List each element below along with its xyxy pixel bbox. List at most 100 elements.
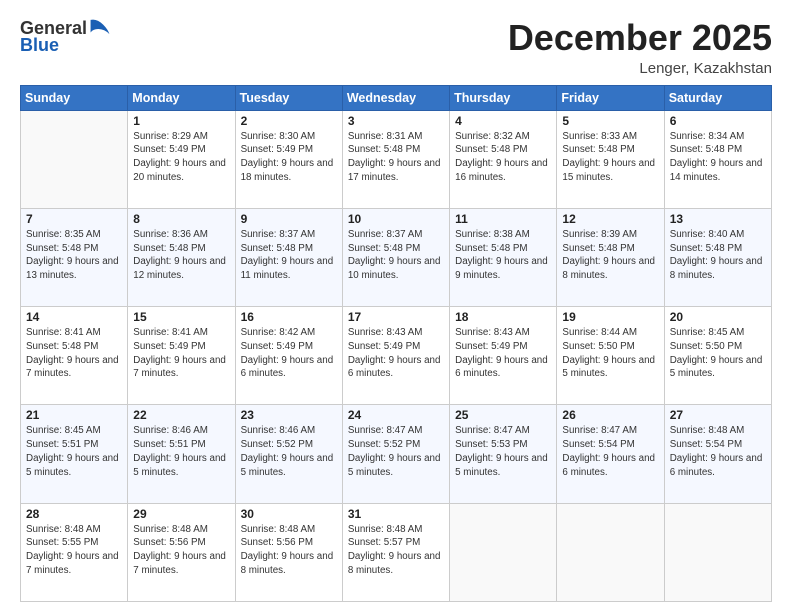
sunset-text: Sunset: 5:48 PM — [26, 243, 98, 254]
daylight-text: Daylight: 9 hours and 13 minutes. — [26, 256, 119, 281]
sunset-text: Sunset: 5:56 PM — [241, 537, 313, 548]
day-info: Sunrise: 8:47 AM Sunset: 5:54 PM Dayligh… — [562, 424, 658, 479]
daylight-text: Daylight: 9 hours and 15 minutes. — [562, 158, 655, 183]
calendar-cell: 12 Sunrise: 8:39 AM Sunset: 5:48 PM Dayl… — [557, 208, 664, 306]
sunrise-text: Sunrise: 8:47 AM — [348, 425, 423, 436]
day-number: 7 — [26, 212, 122, 226]
day-number: 4 — [455, 114, 551, 128]
logo-blue-text: Blue — [20, 36, 59, 56]
day-number: 20 — [670, 310, 766, 324]
day-number: 21 — [26, 408, 122, 422]
calendar-cell: 7 Sunrise: 8:35 AM Sunset: 5:48 PM Dayli… — [21, 208, 128, 306]
sunrise-text: Sunrise: 8:40 AM — [670, 229, 745, 240]
calendar-cell: 18 Sunrise: 8:43 AM Sunset: 5:49 PM Dayl… — [450, 307, 557, 405]
day-info: Sunrise: 8:34 AM Sunset: 5:48 PM Dayligh… — [670, 130, 766, 185]
calendar-cell: 25 Sunrise: 8:47 AM Sunset: 5:53 PM Dayl… — [450, 405, 557, 503]
sunset-text: Sunset: 5:48 PM — [26, 341, 98, 352]
day-info: Sunrise: 8:43 AM Sunset: 5:49 PM Dayligh… — [455, 326, 551, 381]
sunset-text: Sunset: 5:48 PM — [455, 243, 527, 254]
day-info: Sunrise: 8:48 AM Sunset: 5:55 PM Dayligh… — [26, 523, 122, 578]
day-info: Sunrise: 8:48 AM Sunset: 5:56 PM Dayligh… — [241, 523, 337, 578]
day-info: Sunrise: 8:40 AM Sunset: 5:48 PM Dayligh… — [670, 228, 766, 283]
sunrise-text: Sunrise: 8:48 AM — [670, 425, 745, 436]
calendar-cell — [664, 503, 771, 601]
daylight-text: Daylight: 9 hours and 6 minutes. — [562, 453, 655, 478]
sunrise-text: Sunrise: 8:36 AM — [133, 229, 208, 240]
daylight-text: Daylight: 9 hours and 6 minutes. — [348, 355, 441, 380]
calendar-cell: 23 Sunrise: 8:46 AM Sunset: 5:52 PM Dayl… — [235, 405, 342, 503]
calendar-cell: 20 Sunrise: 8:45 AM Sunset: 5:50 PM Dayl… — [664, 307, 771, 405]
calendar-cell: 29 Sunrise: 8:48 AM Sunset: 5:56 PM Dayl… — [128, 503, 235, 601]
day-info: Sunrise: 8:48 AM Sunset: 5:56 PM Dayligh… — [133, 523, 229, 578]
sunrise-text: Sunrise: 8:42 AM — [241, 327, 316, 338]
sunset-text: Sunset: 5:51 PM — [26, 439, 98, 450]
calendar-cell: 21 Sunrise: 8:45 AM Sunset: 5:51 PM Dayl… — [21, 405, 128, 503]
sunrise-text: Sunrise: 8:41 AM — [133, 327, 208, 338]
sunset-text: Sunset: 5:49 PM — [241, 144, 313, 155]
day-number: 15 — [133, 310, 229, 324]
daylight-text: Daylight: 9 hours and 8 minutes. — [562, 256, 655, 281]
sunrise-text: Sunrise: 8:45 AM — [670, 327, 745, 338]
sunset-text: Sunset: 5:55 PM — [26, 537, 98, 548]
daylight-text: Daylight: 9 hours and 5 minutes. — [562, 355, 655, 380]
day-info: Sunrise: 8:29 AM Sunset: 5:49 PM Dayligh… — [133, 130, 229, 185]
sunset-text: Sunset: 5:48 PM — [562, 243, 634, 254]
daylight-text: Daylight: 9 hours and 6 minutes. — [670, 453, 763, 478]
day-info: Sunrise: 8:33 AM Sunset: 5:48 PM Dayligh… — [562, 130, 658, 185]
day-info: Sunrise: 8:35 AM Sunset: 5:48 PM Dayligh… — [26, 228, 122, 283]
day-number: 25 — [455, 408, 551, 422]
calendar-cell: 30 Sunrise: 8:48 AM Sunset: 5:56 PM Dayl… — [235, 503, 342, 601]
calendar-cell: 22 Sunrise: 8:46 AM Sunset: 5:51 PM Dayl… — [128, 405, 235, 503]
daylight-text: Daylight: 9 hours and 7 minutes. — [133, 551, 226, 576]
sunset-text: Sunset: 5:52 PM — [348, 439, 420, 450]
calendar-cell: 4 Sunrise: 8:32 AM Sunset: 5:48 PM Dayli… — [450, 110, 557, 208]
sunset-text: Sunset: 5:51 PM — [133, 439, 205, 450]
sunrise-text: Sunrise: 8:47 AM — [562, 425, 637, 436]
sunset-text: Sunset: 5:53 PM — [455, 439, 527, 450]
calendar-cell: 26 Sunrise: 8:47 AM Sunset: 5:54 PM Dayl… — [557, 405, 664, 503]
sunrise-text: Sunrise: 8:39 AM — [562, 229, 637, 240]
day-number: 5 — [562, 114, 658, 128]
sunrise-text: Sunrise: 8:38 AM — [455, 229, 530, 240]
day-info: Sunrise: 8:30 AM Sunset: 5:49 PM Dayligh… — [241, 130, 337, 185]
day-number: 22 — [133, 408, 229, 422]
day-info: Sunrise: 8:37 AM Sunset: 5:48 PM Dayligh… — [241, 228, 337, 283]
day-number: 16 — [241, 310, 337, 324]
header: General Blue December 2025 Lenger, Kazak… — [20, 18, 772, 77]
sunrise-text: Sunrise: 8:46 AM — [241, 425, 316, 436]
daylight-text: Daylight: 9 hours and 8 minutes. — [348, 551, 441, 576]
day-info: Sunrise: 8:42 AM Sunset: 5:49 PM Dayligh… — [241, 326, 337, 381]
day-info: Sunrise: 8:44 AM Sunset: 5:50 PM Dayligh… — [562, 326, 658, 381]
day-info: Sunrise: 8:46 AM Sunset: 5:52 PM Dayligh… — [241, 424, 337, 479]
day-info: Sunrise: 8:43 AM Sunset: 5:49 PM Dayligh… — [348, 326, 444, 381]
calendar-cell — [450, 503, 557, 601]
daylight-text: Daylight: 9 hours and 18 minutes. — [241, 158, 334, 183]
sunrise-text: Sunrise: 8:33 AM — [562, 131, 637, 142]
day-info: Sunrise: 8:48 AM Sunset: 5:57 PM Dayligh… — [348, 523, 444, 578]
day-number: 9 — [241, 212, 337, 226]
sunrise-text: Sunrise: 8:43 AM — [348, 327, 423, 338]
day-info: Sunrise: 8:47 AM Sunset: 5:53 PM Dayligh… — [455, 424, 551, 479]
calendar-cell: 1 Sunrise: 8:29 AM Sunset: 5:49 PM Dayli… — [128, 110, 235, 208]
col-sunday: Sunday — [21, 85, 128, 110]
sunset-text: Sunset: 5:48 PM — [133, 243, 205, 254]
calendar-cell: 28 Sunrise: 8:48 AM Sunset: 5:55 PM Dayl… — [21, 503, 128, 601]
sunset-text: Sunset: 5:48 PM — [348, 243, 420, 254]
calendar-cell: 17 Sunrise: 8:43 AM Sunset: 5:49 PM Dayl… — [342, 307, 449, 405]
sunrise-text: Sunrise: 8:48 AM — [241, 524, 316, 535]
day-number: 14 — [26, 310, 122, 324]
sunset-text: Sunset: 5:50 PM — [670, 341, 742, 352]
daylight-text: Daylight: 9 hours and 5 minutes. — [455, 453, 548, 478]
sunset-text: Sunset: 5:49 PM — [455, 341, 527, 352]
logo-icon — [89, 16, 111, 38]
daylight-text: Daylight: 9 hours and 5 minutes. — [348, 453, 441, 478]
day-number: 13 — [670, 212, 766, 226]
calendar-cell: 31 Sunrise: 8:48 AM Sunset: 5:57 PM Dayl… — [342, 503, 449, 601]
week-row-2: 7 Sunrise: 8:35 AM Sunset: 5:48 PM Dayli… — [21, 208, 772, 306]
sunrise-text: Sunrise: 8:29 AM — [133, 131, 208, 142]
day-info: Sunrise: 8:48 AM Sunset: 5:54 PM Dayligh… — [670, 424, 766, 479]
sunset-text: Sunset: 5:48 PM — [670, 144, 742, 155]
sunset-text: Sunset: 5:56 PM — [133, 537, 205, 548]
day-info: Sunrise: 8:47 AM Sunset: 5:52 PM Dayligh… — [348, 424, 444, 479]
daylight-text: Daylight: 9 hours and 7 minutes. — [133, 355, 226, 380]
